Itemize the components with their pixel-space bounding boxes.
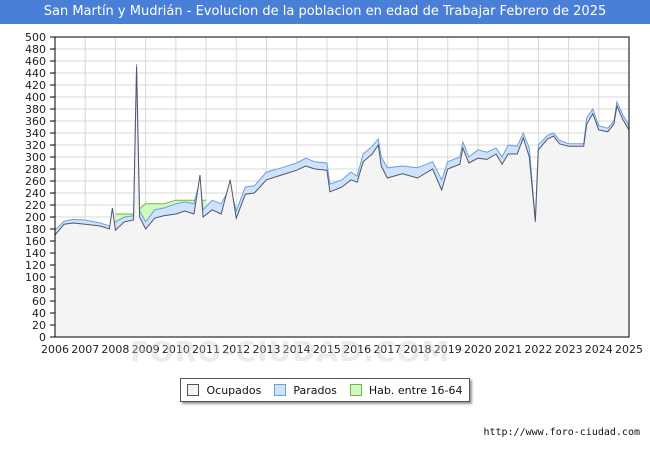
y-tick-label: 280 <box>25 163 46 176</box>
y-tick-label: 20 <box>32 319 46 332</box>
y-tick-label: 140 <box>25 247 46 260</box>
y-tick-label: 420 <box>25 79 46 92</box>
x-tick-label: 2023 <box>555 343 583 356</box>
y-tick-label: 100 <box>25 271 46 284</box>
y-tick-label: 160 <box>25 235 46 248</box>
y-tick-label: 380 <box>25 103 46 116</box>
y-axis: 0204060801001201401601802002202402602803… <box>25 31 55 344</box>
y-tick-label: 80 <box>32 283 46 296</box>
y-tick-label: 400 <box>25 91 46 104</box>
y-tick-label: 480 <box>25 43 46 56</box>
x-tick-label: 2025 <box>615 343 643 356</box>
y-tick-label: 220 <box>25 199 46 212</box>
legend-item-ocupados: Ocupados <box>187 384 261 397</box>
y-tick-label: 360 <box>25 115 46 128</box>
legend-item-hab: Hab. entre 16-64 <box>349 383 463 397</box>
watermark-text: FORO-CIUDAD.COM <box>130 335 451 368</box>
source-url: http://www.foro-ciudad.com <box>483 427 640 438</box>
y-tick-label: 440 <box>25 67 46 80</box>
x-tick-label: 2020 <box>464 343 492 356</box>
y-tick-label: 120 <box>25 259 46 272</box>
y-tick-label: 500 <box>25 31 46 44</box>
y-tick-label: 180 <box>25 223 46 236</box>
legend-label-hab: Hab. entre 16-64 <box>368 383 463 397</box>
x-tick-label: 2021 <box>494 343 522 356</box>
x-tick-label: 2024 <box>585 343 613 356</box>
y-tick-label: 320 <box>25 139 46 152</box>
y-tick-label: 340 <box>25 127 46 140</box>
legend-label-ocupados: Ocupados <box>206 383 262 397</box>
legend: Ocupados Parados Hab. entre 16-64 <box>180 378 470 402</box>
y-tick-label: 40 <box>32 307 46 320</box>
x-tick-label: 2007 <box>71 343 99 356</box>
legend-swatch-parados <box>274 384 287 396</box>
x-tick-label: 2022 <box>524 343 552 356</box>
y-tick-label: 300 <box>25 151 46 164</box>
y-tick-label: 240 <box>25 187 46 200</box>
y-tick-label: 260 <box>25 175 46 188</box>
legend-label-parados: Parados <box>293 383 337 397</box>
x-tick-label: 2008 <box>101 343 129 356</box>
y-tick-label: 460 <box>25 55 46 68</box>
y-tick-label: 60 <box>32 295 46 308</box>
legend-item-parados: Parados <box>274 384 337 397</box>
legend-swatch-hab <box>349 384 362 396</box>
x-tick-label: 2006 <box>41 343 69 356</box>
y-tick-label: 200 <box>25 211 46 224</box>
legend-swatch-ocupados <box>187 384 200 396</box>
